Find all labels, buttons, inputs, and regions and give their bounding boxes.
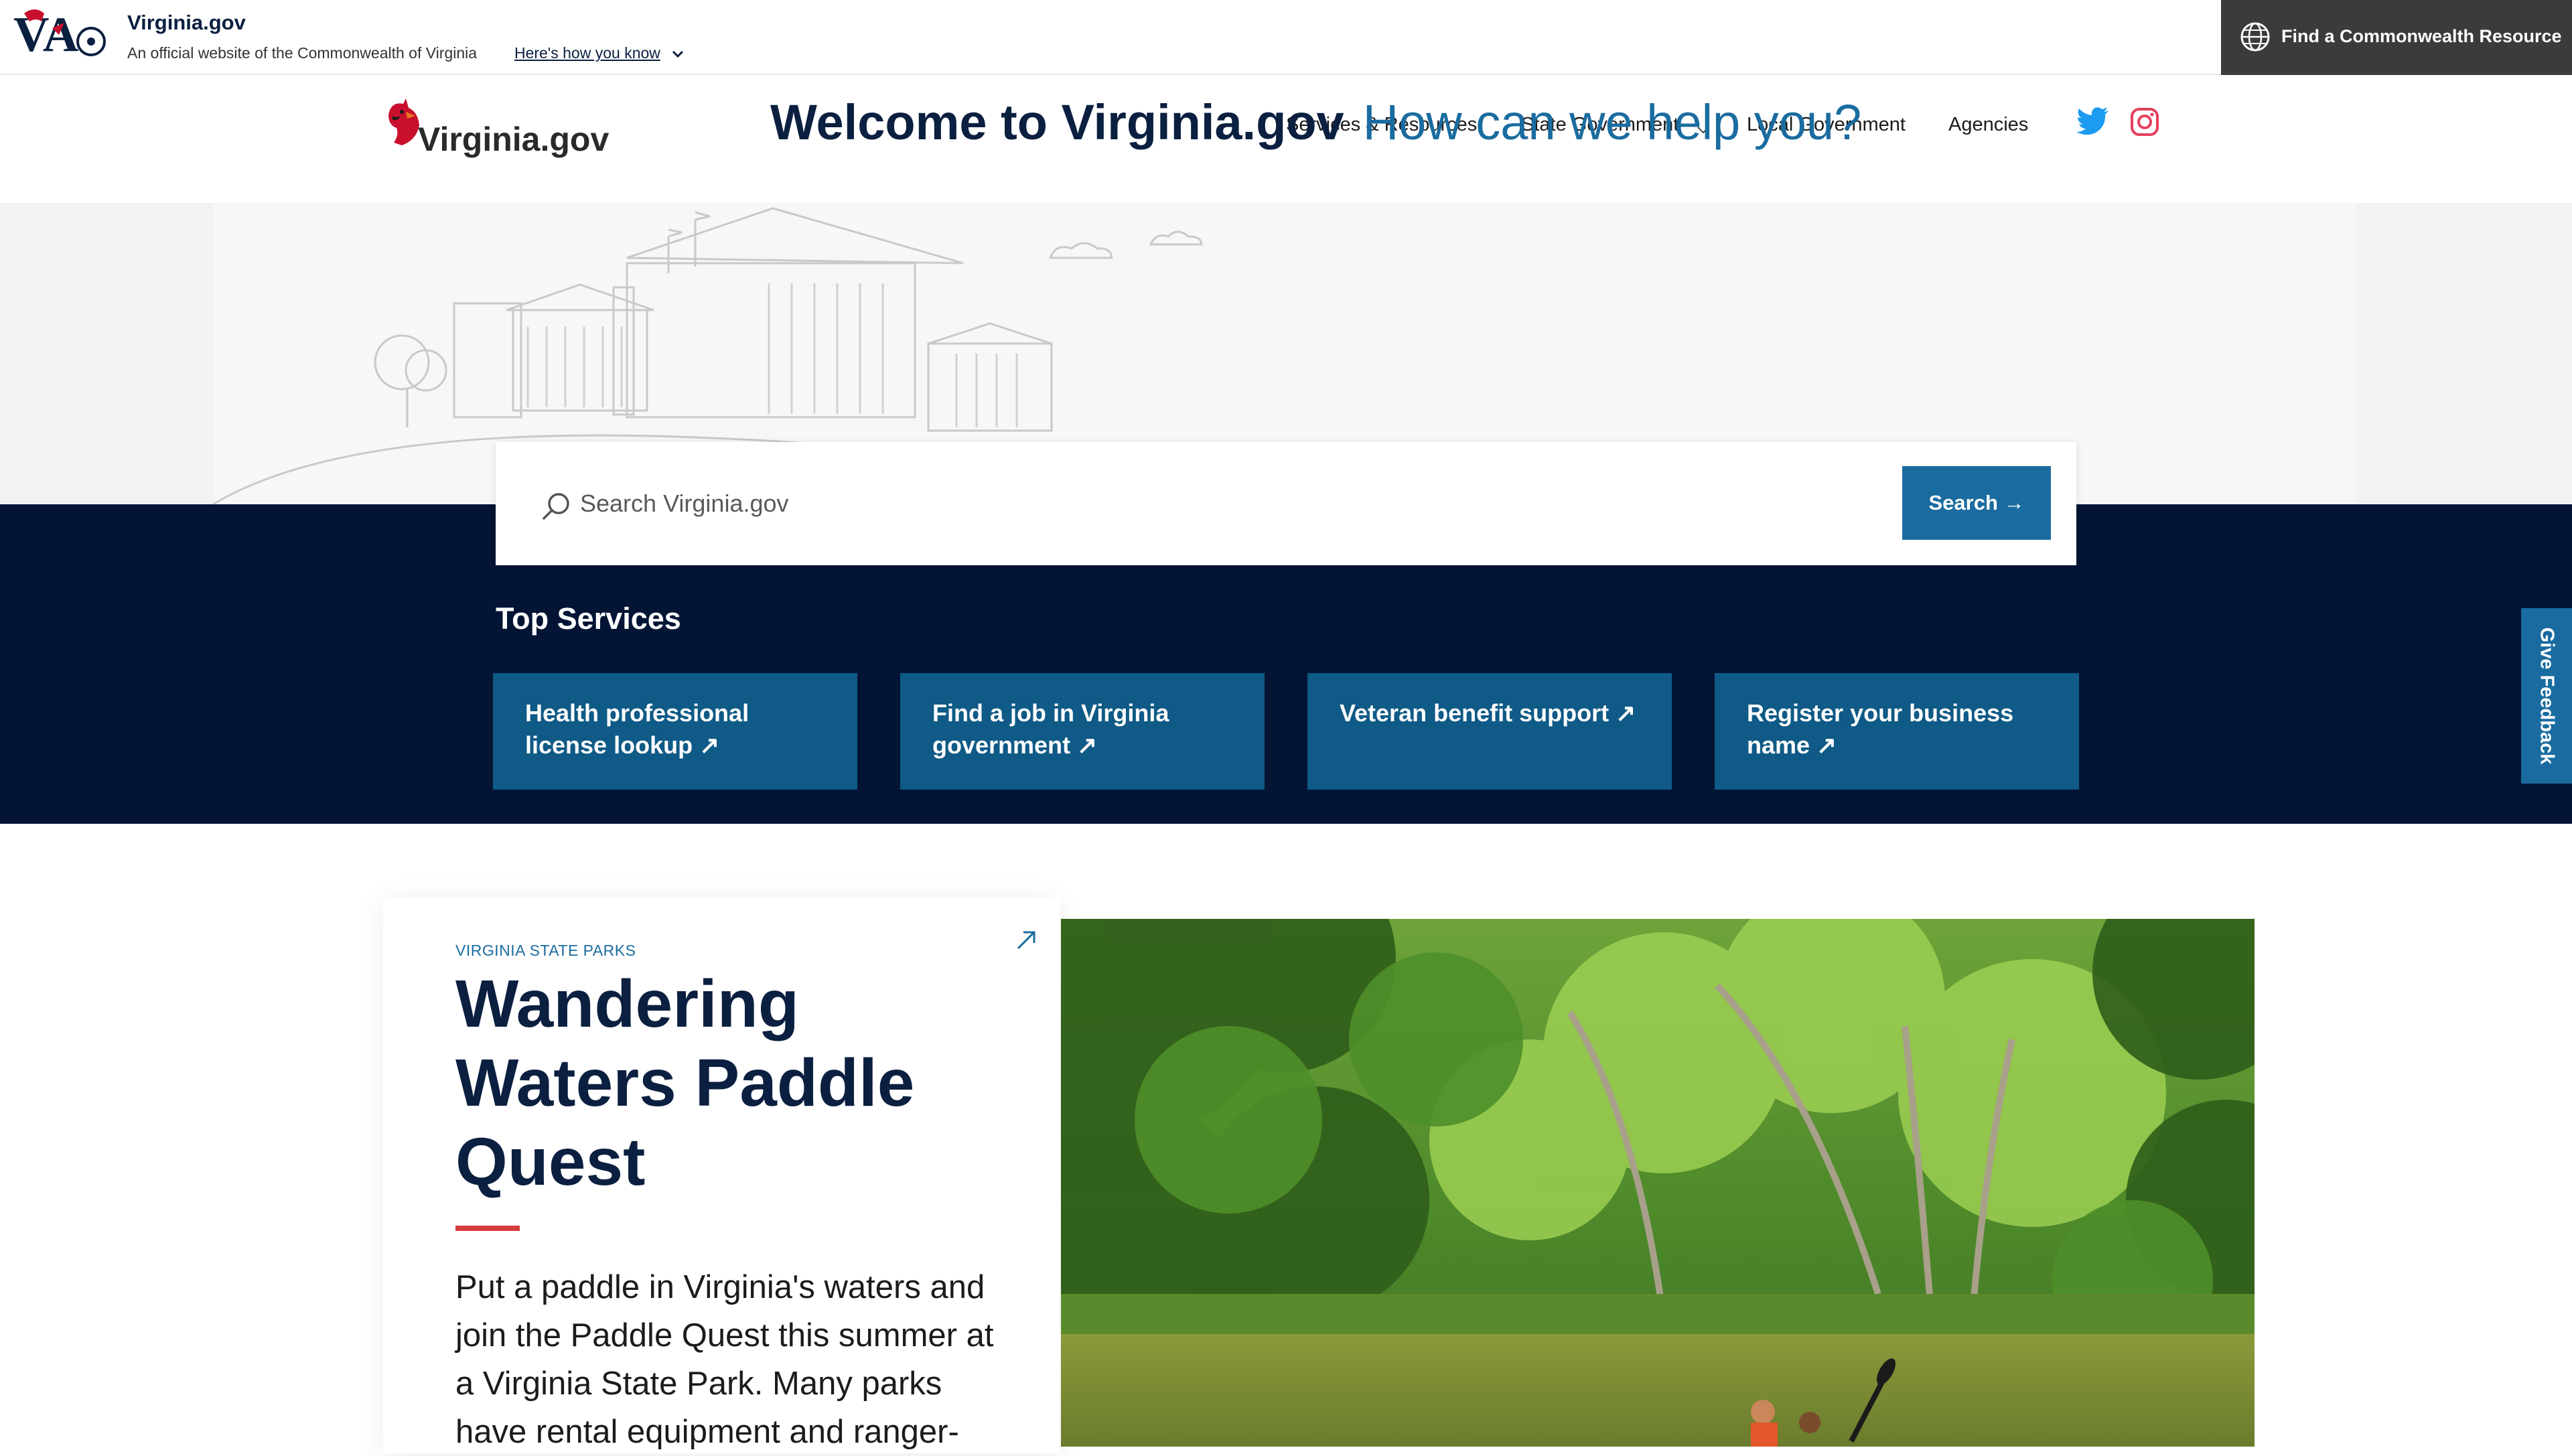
service-tile-label: Veteran benefit support ↗: [1340, 699, 1636, 727]
va-seal-icon: VA: [13, 7, 106, 62]
search-bar: Search →: [496, 442, 2076, 565]
feature-divider: [455, 1226, 520, 1231]
feature-tag: VIRGINIA STATE PARKS: [455, 942, 636, 959]
find-resource-label: Find a Commonwealth Resource: [2281, 26, 2562, 46]
feature-card: VIRGINIA STATE PARKS Wandering Waters Pa…: [383, 897, 1060, 1453]
svg-text:VA: VA: [13, 7, 78, 62]
service-tile-health-license[interactable]: Health professional license lookup ↗: [493, 673, 857, 790]
banner-subtitle: An official website of the Commonwealth …: [127, 44, 478, 62]
search-input[interactable]: [579, 484, 1650, 524]
chevron-down-icon[interactable]: [670, 46, 686, 62]
service-tile-label: Register your business name ↗: [1747, 699, 2014, 759]
service-tile-find-job[interactable]: Find a job in Virginia government ↗: [900, 673, 1265, 790]
hero-heading: Welcome to Virginia.gov How can we help y…: [770, 94, 1861, 151]
service-tile-label: Health professional license lookup ↗: [525, 699, 749, 759]
search-button[interactable]: Search →: [1902, 466, 2051, 540]
logo-text: Virginia.gov: [418, 121, 610, 158]
give-feedback-label: Give Feedback: [2536, 627, 2558, 765]
find-commonwealth-resource-button[interactable]: Find a Commonwealth Resource: [2221, 0, 2572, 75]
service-tile-register-business[interactable]: Register your business name ↗: [1715, 673, 2079, 790]
twitter-icon[interactable]: [2076, 107, 2110, 135]
external-link-icon[interactable]: [1013, 927, 1040, 954]
search-icon: [543, 493, 569, 520]
official-banner: VA Virginia.gov An official website of t…: [0, 0, 2572, 75]
feature-description: Put a paddle in Virginia's waters and jo…: [455, 1269, 994, 1450]
give-feedback-tab[interactable]: Give Feedback: [2521, 608, 2572, 784]
banner-title: Virginia.gov: [127, 11, 246, 34]
service-tile-veteran-support[interactable]: Veteran benefit support ↗: [1307, 673, 1672, 790]
nav-agencies[interactable]: Agencies: [1948, 114, 2028, 136]
feature-title: Wandering Waters Paddle Quest: [455, 966, 915, 1199]
service-tile-label: Find a job in Virginia government ↗: [932, 699, 1169, 759]
heres-how-you-know-link[interactable]: Here's how you know: [514, 44, 660, 62]
top-services-title: Top Services: [496, 601, 681, 636]
hero-welcome-text: Welcome to Virginia.gov: [770, 94, 1344, 150]
instagram-icon[interactable]: [2130, 107, 2159, 137]
globe-icon: [2240, 22, 2270, 52]
kayak-photo: [1061, 919, 2255, 1447]
hero-help-text: How can we help you?: [1362, 94, 1862, 150]
